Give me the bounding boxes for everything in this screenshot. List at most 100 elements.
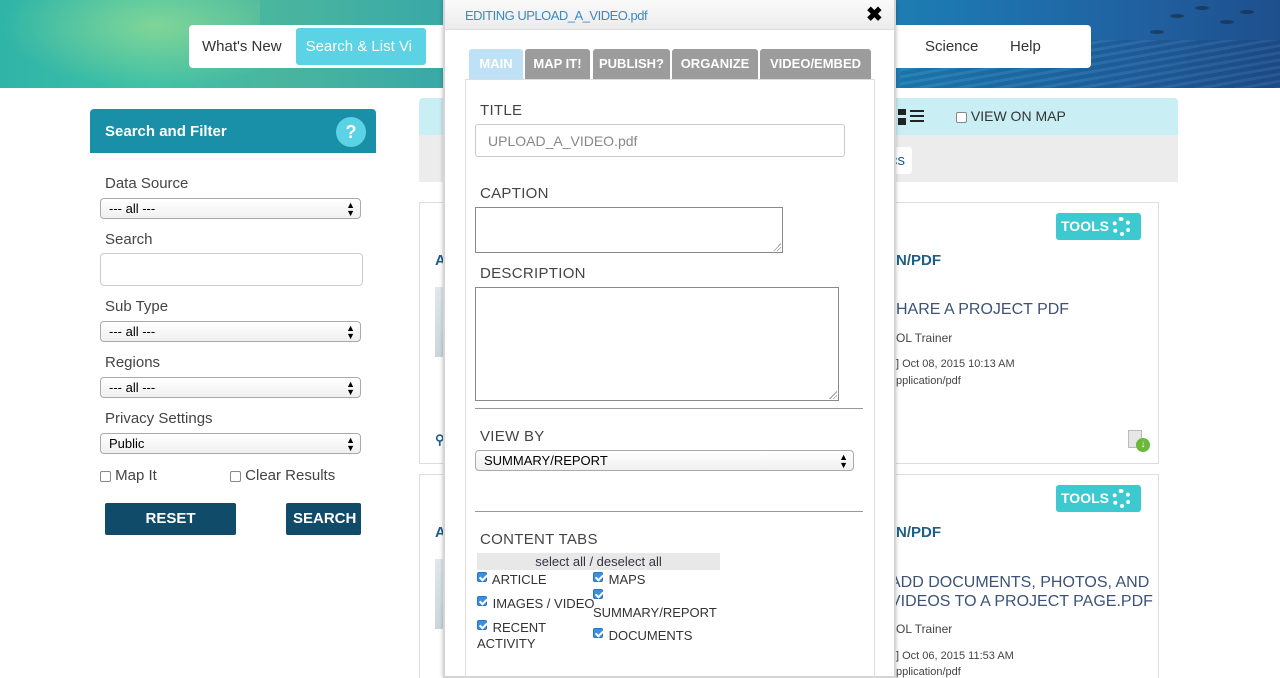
tools-label: TOOLS <box>1061 218 1109 234</box>
description-label: DESCRIPTION <box>480 265 586 282</box>
edit-item-modal: EDITING UPLOAD_A_VIDEO.pdf ✖ MAIN MAP IT… <box>443 0 896 678</box>
search-input[interactable] <box>100 253 363 286</box>
article-label: ARTICLE <box>491 572 547 587</box>
modal-title: EDITING UPLOAD_A_VIDEO.pdf <box>465 8 648 23</box>
tab-main[interactable]: MAIN <box>469 49 523 79</box>
gear-icon <box>1112 217 1131 236</box>
data-source-select[interactable]: --- all --- ▲ ▼ <box>100 198 361 219</box>
card-mime: pplication/pdf <box>896 375 961 387</box>
tools-label: TOOLS <box>1061 490 1109 506</box>
list-view-icon[interactable] <box>910 110 924 124</box>
clear-results-checkbox[interactable] <box>230 470 241 482</box>
card-thumbnail[interactable] <box>435 287 443 357</box>
summary-report-checkbox[interactable] <box>593 589 603 599</box>
nav-help[interactable]: Help <box>997 28 1054 65</box>
view-by-select[interactable]: SUMMARY/REPORT ▲ ▼ <box>475 450 854 471</box>
map-it-option: Map It <box>100 467 157 484</box>
card-mime: pplication/pdf <box>896 666 961 678</box>
subtype-select[interactable]: --- all --- ▲ ▼ <box>100 321 361 342</box>
grid-view-icon[interactable] <box>898 109 906 125</box>
help-icon[interactable]: ? <box>336 117 366 147</box>
images-video-checkbox[interactable] <box>477 596 487 606</box>
banner-bird <box>1150 30 1164 34</box>
divider <box>475 408 863 409</box>
nav-science[interactable]: Science <box>912 28 991 65</box>
tab-map-it[interactable]: MAP IT! <box>525 49 590 79</box>
recent-activity-checkbox[interactable] <box>477 620 487 630</box>
subtype-label: Sub Type <box>105 298 169 315</box>
card-date: ] Oct 06, 2015 11:53 AM <box>896 650 1014 662</box>
content-tab-summary-report: SUMMARY/REPORT <box>593 589 717 621</box>
content-tab-maps: MAPS <box>593 572 645 588</box>
select-arrows-icon: ▲ ▼ <box>839 452 848 470</box>
modal-titlebar: EDITING UPLOAD_A_VIDEO.pdf ✖ <box>445 0 894 30</box>
card-author: OL Trainer <box>896 331 953 345</box>
caption-textarea[interactable] <box>475 207 783 253</box>
card-thumbnail[interactable] <box>435 559 443 629</box>
banner-bird <box>1195 6 1209 10</box>
content-tab-recent-activity: RECENT ACTIVITY <box>477 620 546 652</box>
article-checkbox[interactable] <box>477 572 487 582</box>
privacy-label: Privacy Settings <box>105 410 213 427</box>
tab-publish[interactable]: PUBLISH? <box>593 49 670 79</box>
view-toggle <box>896 107 930 127</box>
tools-button[interactable]: TOOLS <box>1056 213 1141 240</box>
caption-label: CAPTION <box>480 185 549 202</box>
download-icon[interactable]: ↓ <box>1128 430 1150 452</box>
card-title-line2[interactable]: VIDEOS TO A PROJECT PAGE.PDF <box>890 592 1153 611</box>
banner-bird <box>1240 10 1254 14</box>
map-it-label: Map It <box>115 467 157 484</box>
data-source-value: --- all --- <box>109 201 156 216</box>
maps-checkbox[interactable] <box>593 572 603 582</box>
banner-bird <box>1220 20 1234 24</box>
title-label: TITLE <box>480 102 523 119</box>
reset-listings-button[interactable]: RESET LISTINGS <box>105 503 236 559</box>
privacy-select[interactable]: Public ▲ ▼ <box>100 433 361 454</box>
view-on-map-label: VIEW ON MAP <box>970 108 1066 124</box>
view-on-map-checkbox[interactable] <box>956 111 967 123</box>
title-input[interactable]: UPLOAD_A_VIDEO.pdf <box>475 124 845 157</box>
nav-search-list-view[interactable]: Search & List Vi <box>295 28 426 65</box>
sidebar-title: Search and Filter <box>105 123 227 140</box>
recent-activity-label-line1: RECENT <box>492 620 547 635</box>
card-title-line1[interactable]: ADD DOCUMENTS, PHOTOS, AND <box>890 573 1149 592</box>
gear-icon <box>1112 489 1131 508</box>
select-arrows-icon: ▲ ▼ <box>346 379 355 397</box>
resize-grip-icon[interactable] <box>773 243 781 251</box>
resize-grip-icon[interactable] <box>829 391 837 399</box>
content-tab-article: ARTICLE <box>477 572 547 588</box>
select-arrows-icon: ▲ ▼ <box>346 323 355 341</box>
card-type: N/PDF <box>896 524 941 541</box>
documents-checkbox[interactable] <box>593 628 603 638</box>
tab-organize[interactable]: ORGANIZE <box>672 49 758 79</box>
select-all-deselect-all-link[interactable]: select all / deselect all <box>477 553 720 570</box>
maps-label: MAPS <box>608 572 646 587</box>
description-textarea[interactable] <box>475 287 839 401</box>
recent-activity-label-line2: ACTIVITY <box>477 636 536 651</box>
data-source-label: Data Source <box>105 175 189 192</box>
search-filter-sidebar: Search and Filter ? <box>90 109 376 153</box>
sidebar-header: Search and Filter ? <box>90 109 376 153</box>
banner-bird <box>1170 14 1184 18</box>
close-icon[interactable]: ✖ <box>866 2 883 27</box>
view-by-label: VIEW BY <box>480 428 545 445</box>
nav-whats-new[interactable]: What's New <box>189 28 295 65</box>
search-button[interactable]: SEARCH <box>286 503 361 535</box>
card-date: ] Oct 08, 2015 10:13 AM <box>896 358 1015 370</box>
card-author: OL Trainer <box>896 622 953 636</box>
tools-button[interactable]: TOOLS <box>1056 485 1141 512</box>
map-it-checkbox[interactable] <box>100 470 111 482</box>
summary-report-label: SUMMARY/REPORT <box>593 605 717 620</box>
card-title[interactable]: HARE A PROJECT PDF <box>896 300 1069 319</box>
regions-label: Regions <box>105 354 161 371</box>
search-label: Search <box>105 231 153 248</box>
content-tab-documents: DOCUMENTS <box>593 628 692 644</box>
select-arrows-icon: ▲ ▼ <box>346 200 355 218</box>
regions-select[interactable]: --- all --- ▲ ▼ <box>100 377 361 398</box>
tab-video-embed[interactable]: VIDEO/EMBED <box>760 49 871 79</box>
view-on-map-option: VIEW ON MAP <box>956 108 1066 124</box>
regions-value: --- all --- <box>109 380 156 395</box>
select-arrows-icon: ▲ ▼ <box>346 435 355 453</box>
card-type: N/PDF <box>896 252 941 269</box>
clear-results-option: Clear Results <box>230 467 335 484</box>
